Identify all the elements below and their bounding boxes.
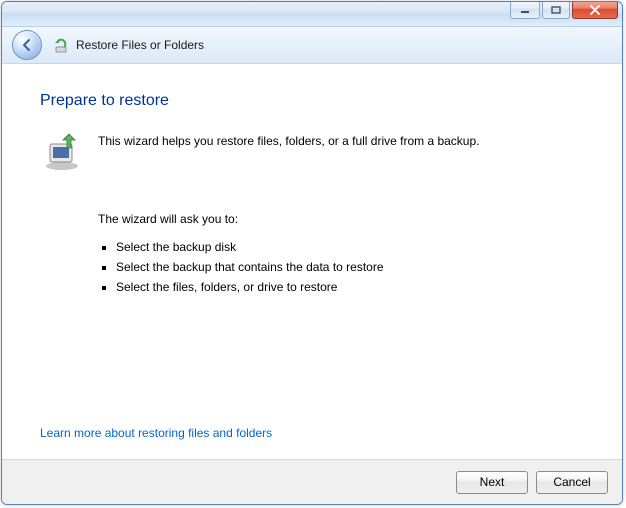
- header-strip: Restore Files or Folders: [2, 27, 622, 64]
- wizard-title: Restore Files or Folders: [76, 38, 204, 52]
- list-item: Select the backup disk: [116, 240, 584, 254]
- list-item: Select the files, folders, or drive to r…: [116, 280, 584, 294]
- minimize-button[interactable]: [510, 1, 540, 19]
- intro-text: This wizard helps you restore files, fol…: [98, 134, 480, 148]
- footer: Next Cancel: [2, 459, 622, 504]
- content-area: Prepare to restore This wizard helps you…: [2, 64, 622, 458]
- intro-row: This wizard helps you restore files, fol…: [40, 128, 584, 172]
- page-heading: Prepare to restore: [40, 92, 584, 110]
- titlebar: [2, 2, 622, 27]
- restore-icon: [52, 36, 70, 54]
- help-link[interactable]: Learn more about restoring files and fol…: [40, 426, 272, 440]
- ask-label: The wizard will ask you to:: [98, 212, 584, 226]
- body-block: The wizard will ask you to: Select the b…: [98, 212, 584, 294]
- cancel-button[interactable]: Cancel: [536, 471, 608, 494]
- wizard-window: Restore Files or Folders Prepare to rest…: [1, 1, 623, 505]
- steps-list: Select the backup disk Select the backup…: [98, 240, 584, 294]
- wizard-graphic-icon: [40, 128, 84, 172]
- close-button[interactable]: [572, 1, 618, 19]
- maximize-button[interactable]: [542, 1, 570, 19]
- window-controls: [510, 1, 618, 19]
- next-button[interactable]: Next: [456, 471, 528, 494]
- back-button[interactable]: [12, 30, 42, 60]
- list-item: Select the backup that contains the data…: [116, 260, 584, 274]
